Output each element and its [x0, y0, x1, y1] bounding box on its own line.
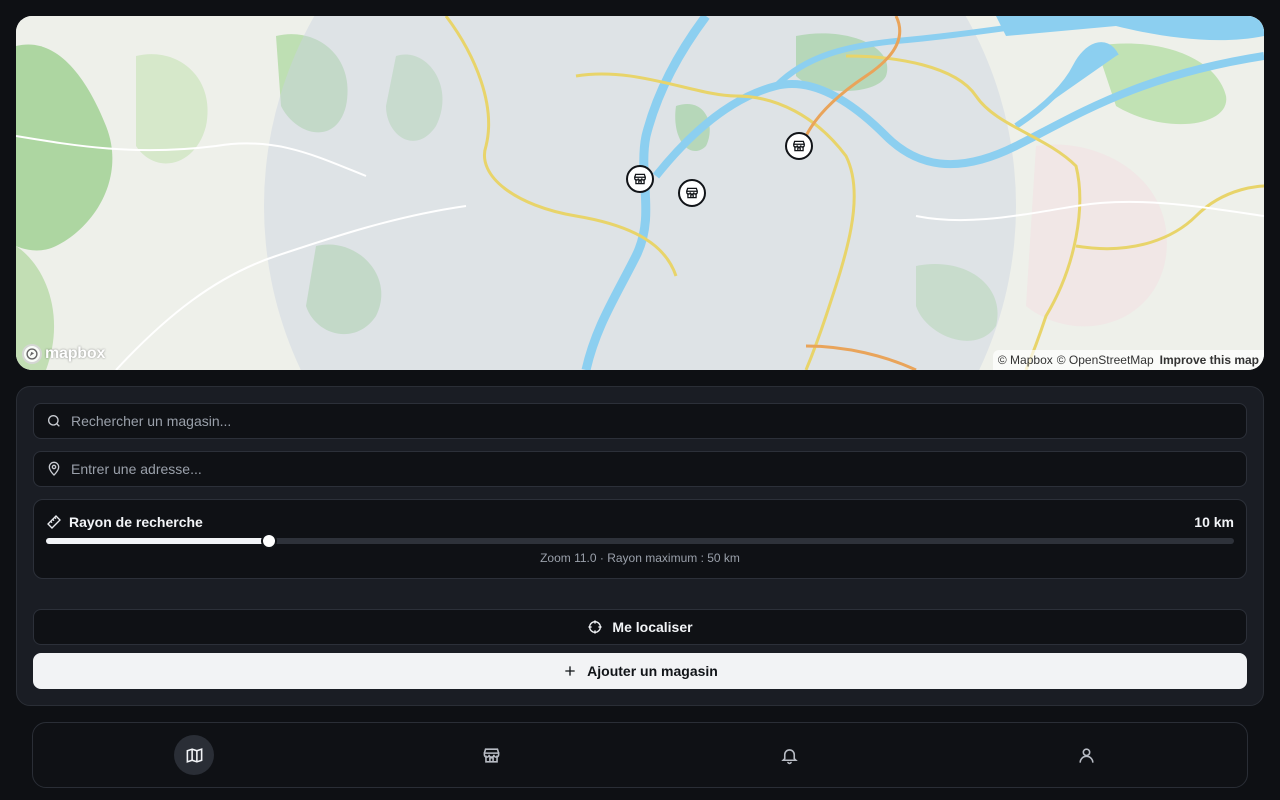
nav-map[interactable]	[174, 735, 214, 775]
locate-me-label: Me localiser	[612, 619, 693, 635]
store-icon	[793, 140, 805, 152]
user-icon	[1078, 747, 1094, 763]
map-tiles[interactable]	[16, 16, 1264, 370]
mapbox-logo[interactable]: mapbox	[22, 344, 105, 364]
radius-slider-fill	[46, 538, 270, 544]
map-pin-icon	[48, 461, 60, 476]
store-icon	[483, 747, 499, 763]
mapbox-logo-icon	[22, 344, 42, 364]
store-marker[interactable]	[785, 132, 813, 160]
ruler-icon	[47, 515, 61, 529]
attribution-mapbox-link[interactable]: © Mapbox	[998, 353, 1053, 367]
attribution-osm-link[interactable]: © OpenStreetMap	[1057, 353, 1154, 367]
radius-value: 10 km	[1194, 514, 1234, 530]
radius-label: Rayon de recherche	[69, 514, 203, 530]
nav-stores[interactable]	[471, 735, 511, 775]
map-view[interactable]: mapbox © Mapbox © OpenStreetMap Improve …	[16, 16, 1264, 370]
radius-slider[interactable]	[46, 533, 1234, 549]
map-attribution: © Mapbox © OpenStreetMap Improve this ma…	[992, 350, 1264, 370]
address-input[interactable]	[71, 461, 1246, 477]
add-store-button[interactable]: Ajouter un magasin	[33, 653, 1247, 689]
crosshair-icon	[588, 620, 603, 634]
plus-icon	[565, 666, 575, 676]
store-icon	[634, 173, 646, 185]
radius-slider-thumb[interactable]	[261, 533, 278, 549]
store-search-input[interactable]	[71, 413, 1246, 429]
radius-control: Rayon de recherche 10 km Zoom 11.0 · Ray…	[33, 499, 1247, 579]
map-icon	[186, 747, 202, 763]
address-field[interactable]	[33, 451, 1247, 487]
improve-map-link[interactable]: Improve this map	[1160, 353, 1259, 367]
store-marker[interactable]	[626, 165, 654, 193]
store-search-field[interactable]	[33, 403, 1247, 439]
search-panel: Rayon de recherche 10 km Zoom 11.0 · Ray…	[16, 386, 1264, 706]
bottom-navigation	[32, 722, 1248, 788]
bell-icon	[780, 748, 798, 764]
search-icon	[48, 415, 60, 427]
nav-profile[interactable]	[1066, 735, 1106, 775]
store-marker[interactable]	[678, 179, 706, 207]
locate-me-button[interactable]: Me localiser	[33, 609, 1247, 645]
mapbox-logo-text: mapbox	[45, 345, 106, 362]
nav-notifications[interactable]	[769, 735, 809, 775]
add-store-label: Ajouter un magasin	[587, 663, 718, 679]
radius-hint: Zoom 11.0 · Rayon maximum : 50 km	[540, 551, 740, 565]
store-icon	[686, 187, 698, 199]
